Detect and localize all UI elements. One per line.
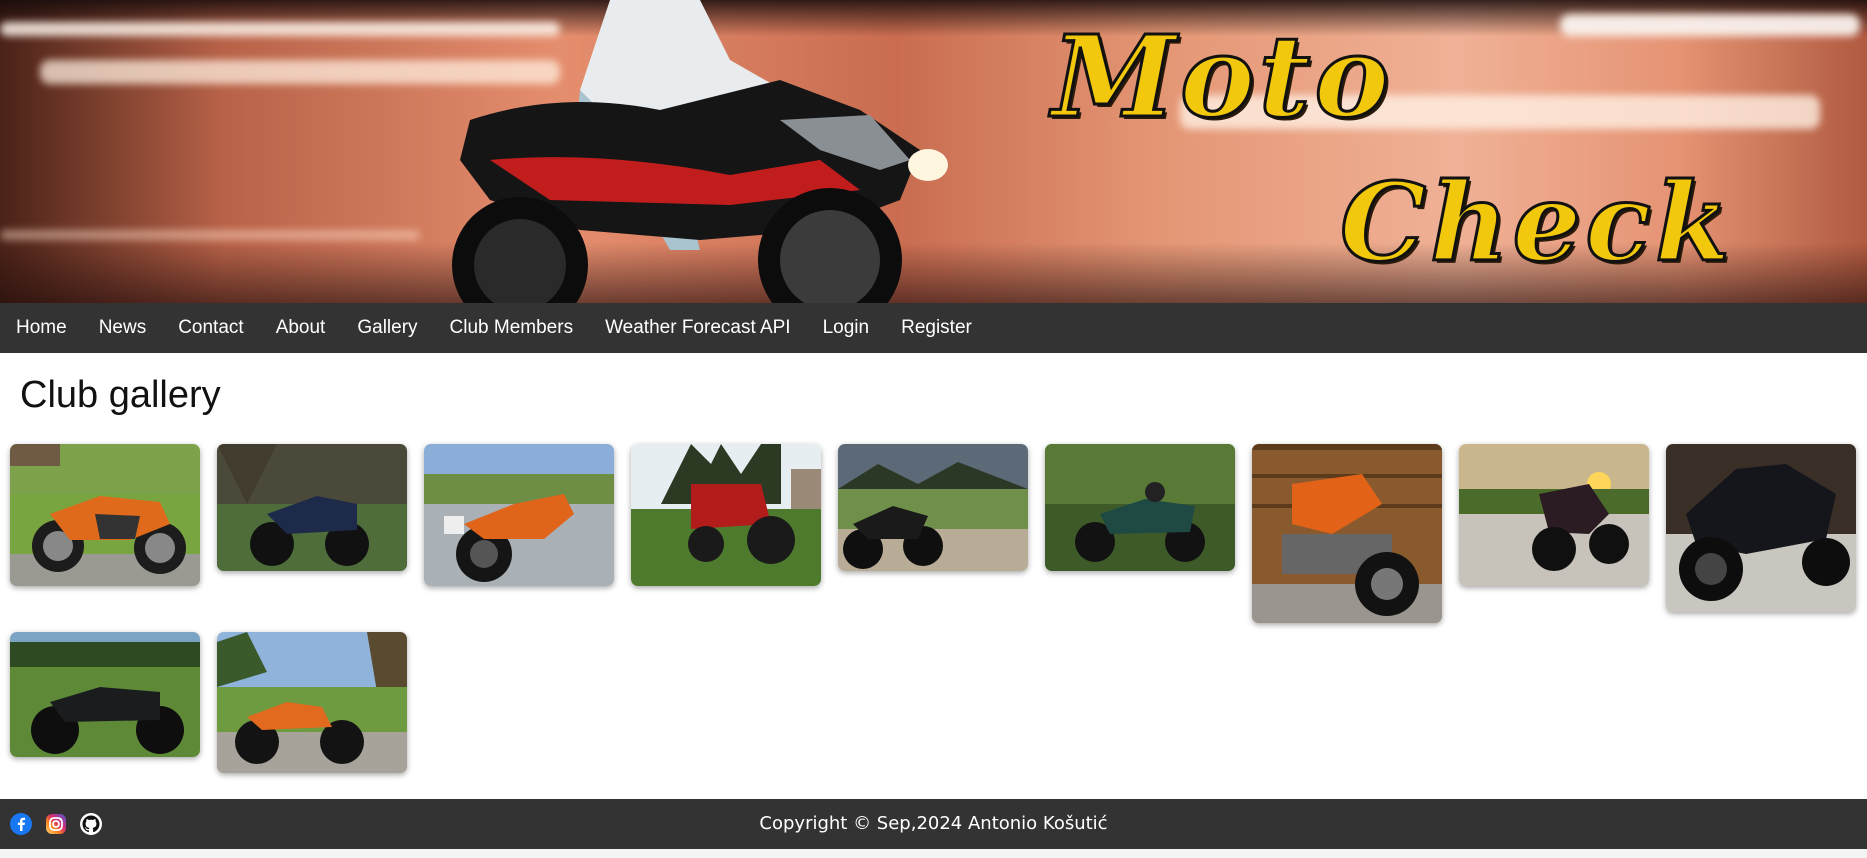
motion-streak	[1560, 14, 1860, 36]
motion-streak	[0, 230, 420, 240]
gallery-image-1[interactable]	[10, 444, 200, 586]
nav-club-members[interactable]: Club Members	[434, 303, 590, 353]
nav-home[interactable]: Home	[0, 303, 83, 353]
nav-news[interactable]: News	[83, 303, 163, 353]
brand-logo-check: Check	[1339, 159, 1734, 288]
gallery-image-3[interactable]	[424, 444, 614, 586]
gallery-image-6[interactable]	[1045, 444, 1235, 571]
nav-gallery[interactable]: Gallery	[341, 303, 433, 353]
gallery-image-7[interactable]	[1252, 444, 1442, 623]
nav-login[interactable]: Login	[807, 303, 886, 353]
gallery-image-9[interactable]	[1666, 444, 1856, 612]
nav-register[interactable]: Register	[885, 303, 988, 353]
page-title: Club gallery	[20, 374, 221, 416]
gallery-image-11[interactable]	[217, 632, 407, 773]
main-navbar: Home News Contact About Gallery Club Mem…	[0, 303, 1867, 353]
gallery-image-4[interactable]	[631, 444, 821, 586]
copyright-text: Copyright © Sep,2024 Antonio Košutić	[759, 813, 1108, 834]
gallery-image-8[interactable]	[1459, 444, 1649, 586]
page-footer: Copyright © Sep,2024 Antonio Košutić	[0, 799, 1867, 849]
gallery-image-2[interactable]	[217, 444, 407, 571]
page-bottom-edge	[0, 849, 1867, 858]
nav-contact[interactable]: Contact	[162, 303, 259, 353]
nav-about[interactable]: About	[260, 303, 342, 353]
nav-weather-forecast-api[interactable]: Weather Forecast API	[589, 303, 807, 353]
brand-logo-moto: Moto	[1050, 11, 1394, 145]
motorcycle-rider-image	[452, 0, 948, 303]
header-banner: Moto Check	[0, 0, 1867, 303]
gallery-image-5[interactable]	[838, 444, 1028, 571]
gallery-image-10[interactable]	[10, 632, 200, 757]
